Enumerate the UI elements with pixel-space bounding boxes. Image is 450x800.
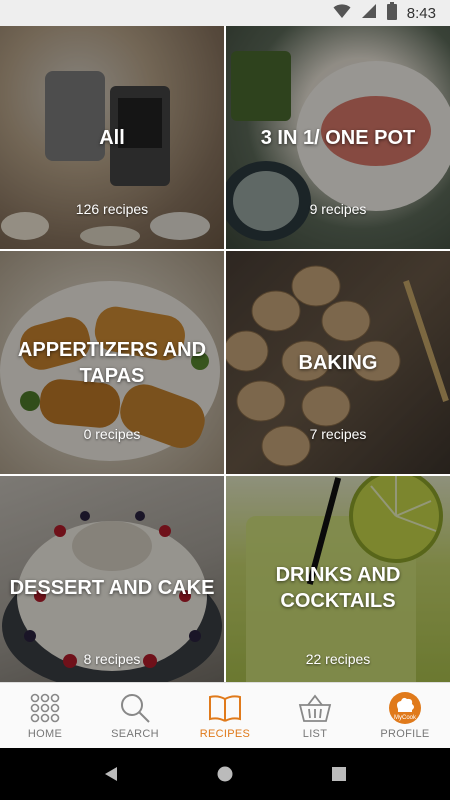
status-icons: 8:43 — [333, 1, 436, 25]
nav-list[interactable]: LIST — [270, 683, 360, 748]
book-icon — [208, 691, 242, 725]
nav-label: SEARCH — [111, 728, 159, 740]
category-count: 8 recipes — [83, 651, 141, 667]
search-icon — [118, 691, 152, 725]
nav-search[interactable]: SEARCH — [90, 683, 180, 748]
category-title: DESSERT AND CAKE — [9, 576, 215, 599]
signal-icon — [361, 3, 377, 24]
recents-square-icon — [332, 767, 346, 781]
home-circle-icon — [217, 766, 233, 782]
back-button[interactable] — [99, 762, 123, 786]
battery-icon — [386, 1, 397, 25]
category-title: APPERTIZERS AND TAPAS — [17, 338, 207, 387]
android-system-navigation — [0, 748, 450, 800]
category-grid: All 126 recipes 3 IN 1/ ONE POT 9 recipe… — [0, 26, 450, 699]
category-tile-dessert[interactable]: DESSERT AND CAKE 8 recipes — [0, 476, 224, 699]
category-count: 126 recipes — [75, 201, 149, 217]
category-tile-appetizers[interactable]: APPERTIZERS AND TAPAS 0 recipes — [0, 251, 224, 474]
category-tile-baking[interactable]: BAKING 7 recipes — [226, 251, 450, 474]
category-tile-all[interactable]: All 126 recipes — [0, 26, 224, 249]
home-button[interactable] — [213, 762, 237, 786]
bottom-navigation: HOME SEARCH RECIPES LIST MyCook PROFILE — [0, 682, 450, 748]
category-title: DRINKS AND COCKTAILS — [275, 563, 401, 612]
grid-icon — [28, 691, 62, 725]
category-count: 22 recipes — [305, 651, 371, 667]
category-title: 3 IN 1/ ONE POT — [260, 126, 416, 149]
category-tile-one-pot[interactable]: 3 IN 1/ ONE POT 9 recipes — [226, 26, 450, 249]
wifi-icon — [333, 3, 351, 24]
status-time: 8:43 — [406, 4, 436, 22]
category-title: All — [99, 126, 125, 149]
nav-profile[interactable]: MyCook PROFILE — [360, 683, 450, 748]
nav-label: LIST — [302, 728, 328, 740]
svg-text:MyCook: MyCook — [394, 715, 417, 721]
recents-button[interactable] — [327, 762, 351, 786]
category-count: 9 recipes — [309, 201, 367, 217]
chef-hat-icon: MyCook — [388, 691, 422, 725]
category-count: 7 recipes — [309, 426, 367, 442]
category-count: 0 recipes — [83, 426, 141, 442]
nav-recipes[interactable]: RECIPES — [180, 683, 270, 748]
basket-icon — [298, 691, 332, 725]
category-tile-drinks[interactable]: DRINKS AND COCKTAILS 22 recipes — [226, 476, 450, 699]
nav-home[interactable]: HOME — [0, 683, 90, 748]
nav-label: HOME — [27, 728, 63, 740]
back-triangle-icon — [105, 767, 117, 781]
nav-label: PROFILE — [380, 728, 430, 740]
status-bar: 8:43 — [0, 0, 450, 26]
nav-label: RECIPES — [199, 728, 251, 740]
category-title: BAKING — [298, 351, 378, 374]
